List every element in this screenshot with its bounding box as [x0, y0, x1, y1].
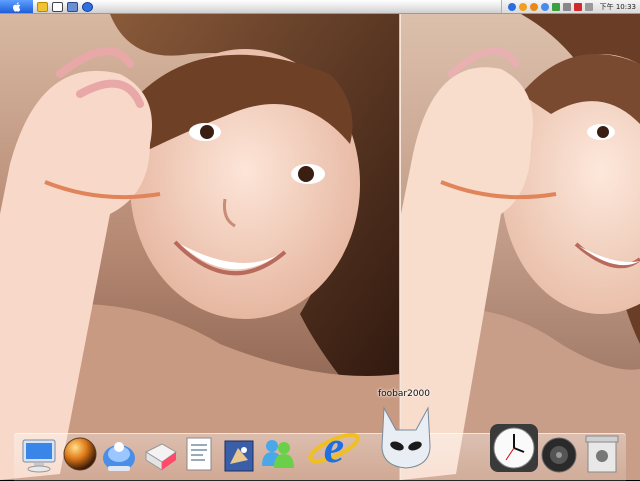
- volume-icon[interactable]: [573, 2, 582, 11]
- finder-icon[interactable]: [20, 436, 58, 474]
- window-icon[interactable]: [52, 1, 63, 12]
- foobar2000-icon[interactable]: [378, 406, 434, 472]
- mac-icon[interactable]: [100, 436, 138, 474]
- svg-text:e: e: [324, 421, 344, 472]
- av-icon[interactable]: [529, 2, 538, 11]
- msn-messenger-icon[interactable]: [258, 434, 298, 474]
- preview-icon[interactable]: [142, 436, 180, 474]
- desktop-icon[interactable]: [67, 1, 78, 12]
- internet-explorer-icon[interactable]: e: [304, 416, 364, 476]
- wallpaper-photo-left: [0, 14, 400, 480]
- usb-icon[interactable]: [584, 2, 593, 11]
- antivirus-icon[interactable]: [551, 2, 560, 11]
- documents-icon[interactable]: [182, 436, 218, 474]
- browser-icon[interactable]: [82, 1, 93, 12]
- messenger-icon[interactable]: [507, 2, 516, 11]
- menu-bar: 下午 10:33: [0, 0, 640, 14]
- clock-icon[interactable]: [488, 422, 540, 474]
- desktop-wallpaper[interactable]: [0, 14, 640, 480]
- system-tray: 下午 10:33: [500, 0, 640, 13]
- network-icon[interactable]: [518, 2, 527, 11]
- apple-menu-button[interactable]: [0, 0, 33, 13]
- search-icon[interactable]: [540, 2, 549, 11]
- dock-tooltip: foobar2000: [378, 389, 431, 399]
- mail-icon[interactable]: [222, 438, 256, 474]
- wallpaper-photo-right: [401, 14, 640, 480]
- orb-icon[interactable]: [62, 436, 98, 472]
- quick-launch: [33, 1, 93, 12]
- speaker-icon[interactable]: [540, 436, 578, 474]
- clock[interactable]: 下午 10:33: [600, 2, 636, 12]
- printer-icon[interactable]: [562, 2, 571, 11]
- trash-icon[interactable]: [582, 432, 622, 474]
- apple-icon: [13, 1, 21, 12]
- folder-icon[interactable]: [37, 1, 48, 12]
